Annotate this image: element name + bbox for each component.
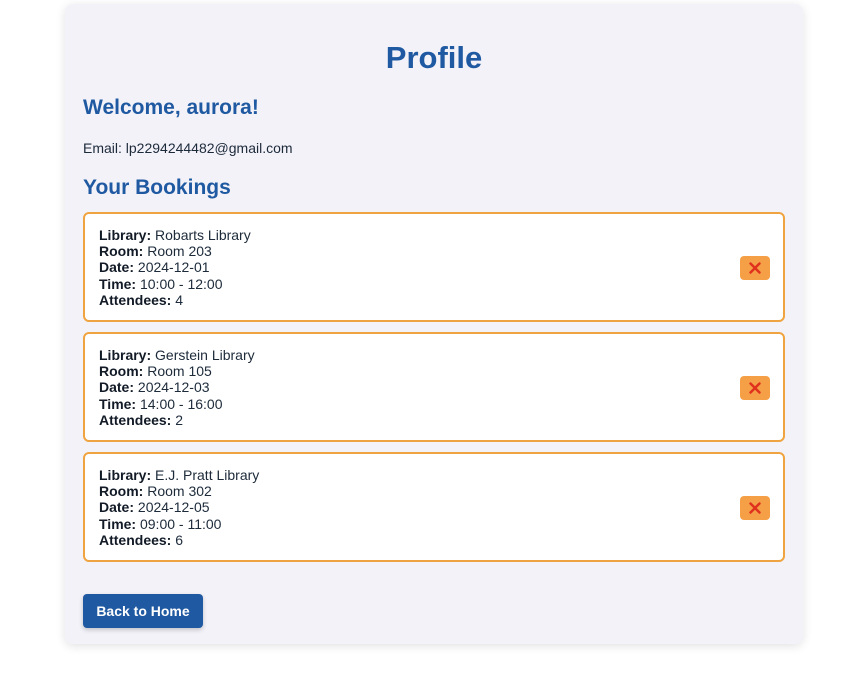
booking-attendees: Attendees: 6 xyxy=(99,532,769,548)
booking-card: Library: Gerstein Library Room: Room 105… xyxy=(83,332,785,442)
library-value: E.J. Pratt Library xyxy=(155,467,260,483)
booking-card: Library: Robarts Library Room: Room 203 … xyxy=(83,212,785,322)
attendees-label: Attendees: xyxy=(99,411,172,428)
time-label: Time: xyxy=(99,395,137,412)
time-value: 09:00 - 11:00 xyxy=(139,515,222,532)
welcome-heading: Welcome, aurora! xyxy=(83,96,259,119)
room-value: Room 105 xyxy=(147,363,212,380)
room-value: Room 302 xyxy=(147,483,212,500)
room-value: Room 203 xyxy=(147,243,212,260)
bookings-heading: Your Bookings xyxy=(83,176,231,199)
library-label: Library: xyxy=(99,467,152,483)
close-icon xyxy=(749,262,761,274)
room-label: Room: xyxy=(99,243,144,260)
cancel-booking-button[interactable] xyxy=(740,496,770,520)
booking-library: Library: Robarts Library xyxy=(99,227,769,243)
page-title: Profile xyxy=(385,40,483,75)
booking-card: Library: E.J. Pratt Library Room: Room 3… xyxy=(83,452,785,562)
library-value: Gerstein Library xyxy=(155,347,255,363)
library-value: Robarts Library xyxy=(155,227,251,243)
time-value: 10:00 - 12:00 xyxy=(139,275,223,292)
library-label: Library: xyxy=(99,347,152,363)
profile-panel: Profile Welcome, aurora! Email: lp229424… xyxy=(65,4,803,644)
booking-library: Library: Gerstein Library xyxy=(99,347,769,363)
attendees-value: 2 xyxy=(175,411,184,428)
booking-room: Room: Room 105 xyxy=(99,363,769,379)
date-value: 2024-12-03 xyxy=(137,379,210,396)
room-label: Room: xyxy=(99,483,144,500)
booking-room: Room: Room 302 xyxy=(99,483,769,499)
time-value: 14:00 - 16:00 xyxy=(139,395,223,412)
booking-time: Time: 10:00 - 12:00 xyxy=(99,276,769,292)
attendees-label: Attendees: xyxy=(99,291,172,308)
room-label: Room: xyxy=(99,363,144,380)
back-to-home-button[interactable]: Back to Home xyxy=(83,594,203,628)
booking-date: Date: 2024-12-01 xyxy=(99,259,769,275)
date-label: Date: xyxy=(99,259,135,276)
booking-attendees: Attendees: 4 xyxy=(99,292,769,308)
date-value: 2024-12-05 xyxy=(137,499,210,516)
email-text: Email: lp2294244482@gmail.com xyxy=(83,140,293,156)
booking-time: Time: 09:00 - 11:00 xyxy=(99,516,769,532)
time-label: Time: xyxy=(99,275,137,292)
date-label: Date: xyxy=(99,379,135,396)
booking-room: Room: Room 203 xyxy=(99,243,769,259)
cancel-booking-button[interactable] xyxy=(740,256,770,280)
attendees-label: Attendees: xyxy=(99,531,172,548)
booking-date: Date: 2024-12-03 xyxy=(99,379,769,395)
booking-attendees: Attendees: 2 xyxy=(99,412,769,428)
close-icon xyxy=(749,382,761,394)
booking-time: Time: 14:00 - 16:00 xyxy=(99,396,769,412)
attendees-value: 4 xyxy=(175,291,184,308)
booking-date: Date: 2024-12-05 xyxy=(99,499,769,515)
date-label: Date: xyxy=(99,499,135,516)
booking-library: Library: E.J. Pratt Library xyxy=(99,467,769,483)
time-label: Time: xyxy=(99,515,137,532)
date-value: 2024-12-01 xyxy=(137,259,210,276)
cancel-booking-button[interactable] xyxy=(740,376,770,400)
close-icon xyxy=(749,502,761,514)
attendees-value: 6 xyxy=(175,531,184,548)
library-label: Library: xyxy=(99,227,152,243)
booking-list: Library: Robarts Library Room: Room 203 … xyxy=(83,212,785,572)
